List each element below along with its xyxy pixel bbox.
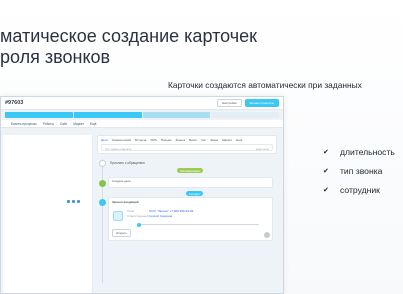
- composer-tab-email[interactable]: Письмо: [161, 138, 172, 142]
- composer-tab-call[interactable]: Звонок: [175, 138, 185, 142]
- call-title: Звонок входящий: [112, 200, 139, 204]
- call-field-label: Ответственный: [127, 214, 149, 218]
- activity-composer: Дело Комментарий Встреча SMS Письмо Звон…: [97, 135, 277, 154]
- composer-tab-more[interactable]: Ещё: [236, 138, 242, 142]
- crm-header: #97603 Настройки Бизнес-процессы: [1, 97, 283, 110]
- check-icon: ✔: [323, 148, 329, 156]
- call-dot-icon: [99, 199, 106, 206]
- phone-icon[interactable]: [67, 200, 70, 203]
- stage-3[interactable]: [142, 112, 211, 118]
- composer-tab-comment[interactable]: Комментарий: [112, 138, 131, 142]
- slide-subtitle: Карточки создаются автоматически при зад…: [168, 80, 362, 90]
- composer-tab-deal[interactable]: Дело: [101, 138, 108, 142]
- tab-site[interactable]: Сайт: [60, 122, 67, 126]
- settings-button[interactable]: Настройки: [216, 99, 242, 107]
- composer-tab-chat[interactable]: Чат: [201, 138, 206, 142]
- tab-business-processes[interactable]: Бизнес-процессы: [11, 122, 37, 126]
- feature-item: ✔ тип звонка: [323, 161, 395, 180]
- feature-item: ✔ сотрудник: [323, 180, 395, 199]
- composer-tab-sms[interactable]: SMS: [150, 138, 157, 142]
- timeline-line: [102, 159, 103, 283]
- composer-tab-meeting[interactable]: Встреча: [135, 138, 146, 142]
- call-record-icon: [113, 211, 123, 221]
- call-field-label: Тема: [127, 209, 135, 213]
- call-responsible[interactable]: Сергей Смирнов: [149, 214, 172, 218]
- today-badge: Сегодня: [186, 191, 203, 196]
- chat-icon[interactable]: [77, 200, 80, 203]
- feature-label: длительность: [340, 146, 395, 157]
- composer-placeholder: Что нужно сделать: [105, 146, 132, 151]
- composer-input[interactable]: Что нужно сделать ещё поле: [101, 144, 273, 151]
- task-card[interactable]: Создать дело: [108, 177, 273, 188]
- stage-1[interactable]: [5, 112, 73, 118]
- planned-badge: Запланировано: [177, 168, 204, 173]
- complete-icon[interactable]: [264, 232, 270, 238]
- feature-label: сотрудник: [340, 184, 380, 195]
- composer-more[interactable]: ещё поле: [256, 147, 269, 151]
- mail-icon[interactable]: [72, 200, 75, 203]
- call-card[interactable]: Звонок входящий Тема ООО "Звонок" +7 999…: [108, 197, 273, 241]
- stage-2[interactable]: [73, 112, 142, 118]
- stage-4[interactable]: [211, 112, 279, 118]
- task-dot-icon: [99, 180, 106, 187]
- stage-bar: [5, 112, 279, 118]
- audio-progress-bar[interactable]: [139, 224, 259, 225]
- presentation-slide: матическое создание карточек роля звонко…: [0, 0, 403, 294]
- check-icon: ✔: [323, 186, 329, 194]
- composer-tab-visit[interactable]: Визит: [189, 138, 197, 142]
- slide-title-line1: матическое создание карточек: [0, 26, 257, 46]
- tab-more[interactable]: Ещё: [90, 122, 97, 126]
- header-buttons: Настройки Бизнес-процессы: [216, 99, 279, 107]
- feature-label: тип звонка: [340, 165, 383, 176]
- slide-title-line2: роля звонков: [0, 47, 111, 67]
- slide-title: матическое создание карточек роля звонко…: [0, 26, 257, 68]
- activity-feed: Дело Комментарий Встреча SMS Письмо Звон…: [97, 135, 277, 293]
- audio-play-icon[interactable]: [137, 222, 141, 227]
- business-process-button[interactable]: Бизнес-процессы: [244, 99, 279, 107]
- deal-info-panel: [3, 135, 93, 293]
- deal-title: #97603: [5, 100, 24, 106]
- contact-icons: [67, 200, 80, 203]
- task-title: Создать дело: [112, 179, 132, 183]
- call-contact[interactable]: ООО "Звонок" +7 999 999-99-99: [149, 209, 193, 213]
- tab-robots[interactable]: Роботы: [43, 122, 54, 126]
- feed-item-text[interactable]: Прислать к обращению: [110, 161, 145, 165]
- deal-tabs: Бизнес-процессы Роботы Сайт Маркет Ещё: [1, 120, 283, 128]
- feature-list: ✔ длительность ✔ тип звонка ✔ сотрудник: [323, 142, 395, 199]
- crm-screenshot: #97603 Настройки Бизнес-процессы Бизнес-…: [0, 96, 284, 294]
- tab-market[interactable]: Маркет: [73, 122, 84, 126]
- open-button[interactable]: Открыть: [112, 229, 131, 237]
- composer-tabs: Дело Комментарий Встреча SMS Письмо Звон…: [101, 138, 273, 142]
- feature-item: ✔ длительность: [323, 142, 395, 161]
- composer-tab-order[interactable]: Заказ: [210, 138, 218, 142]
- check-icon: ✔: [323, 167, 329, 175]
- timeline-dot-icon: [99, 160, 106, 167]
- composer-tab-market[interactable]: Маркет: [222, 138, 232, 142]
